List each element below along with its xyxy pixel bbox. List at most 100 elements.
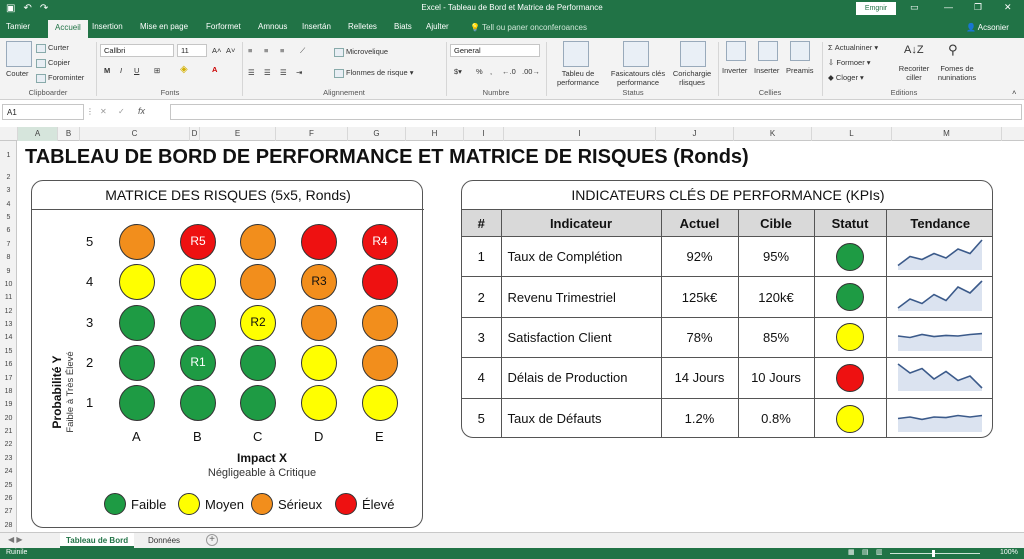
paste-button[interactable]: Couter (6, 69, 29, 78)
row-header[interactable]: 18 (0, 385, 17, 398)
font-name-select[interactable]: Callbri (100, 44, 174, 57)
font-color-icon[interactable]: A (212, 65, 217, 74)
risk-bubble[interactable] (119, 345, 155, 381)
fill-button[interactable]: ⇩ Formoer ▾ (828, 58, 871, 67)
row-header[interactable]: 24 (0, 465, 17, 478)
column-header[interactable]: I (504, 127, 656, 141)
align-right-icon[interactable]: ☰ (280, 68, 287, 77)
currency-icon[interactable]: $▾ (454, 67, 462, 76)
sheet-tab[interactable]: Tableau de Bord (60, 533, 135, 548)
ribbon-tab[interactable]: Accueil (48, 20, 88, 38)
risk-bubble[interactable] (362, 345, 398, 381)
maximize-icon[interactable]: ❐ (974, 2, 982, 13)
row-header[interactable]: 12 (0, 305, 17, 318)
sort-filter-icon[interactable]: A↓Z (904, 44, 924, 56)
row-header[interactable]: 28 (0, 519, 17, 532)
format-cells-button[interactable]: Preamis (786, 66, 814, 75)
row-header[interactable]: 27 (0, 505, 17, 518)
paste-icon[interactable] (6, 41, 32, 67)
insert-cells-icon[interactable] (726, 41, 746, 61)
column-header[interactable]: G (348, 127, 406, 141)
row-header[interactable]: 5 (0, 211, 17, 224)
find-select-button[interactable]: Fomes de nuninations (932, 64, 982, 82)
risk-bubble[interactable]: R2 (240, 305, 276, 341)
formula-input[interactable] (170, 104, 1022, 120)
risk-bubble[interactable] (180, 385, 216, 421)
row-header[interactable]: 3 (0, 184, 17, 197)
row-header[interactable]: 26 (0, 492, 17, 505)
row-header[interactable]: 15 (0, 345, 17, 358)
risk-bubble[interactable]: R1 (180, 345, 216, 381)
bold-button[interactable]: M (104, 66, 110, 75)
format-painter-button[interactable]: Forominter (36, 73, 84, 83)
row-header[interactable]: 13 (0, 318, 17, 331)
risk-bubble[interactable] (240, 385, 276, 421)
risk-bubble[interactable] (362, 385, 398, 421)
column-header[interactable]: L (812, 127, 892, 141)
clear-button[interactable]: ◆ Cloger ▾ (828, 73, 864, 82)
column-header[interactable]: A (18, 127, 58, 141)
increase-decimal-icon[interactable]: ←.0 (502, 67, 516, 76)
italic-button[interactable]: I (120, 66, 122, 75)
add-sheet-icon[interactable]: + (206, 534, 218, 546)
row-header[interactable]: 25 (0, 479, 17, 492)
row-header[interactable]: 4 (0, 198, 17, 211)
ribbon-tab[interactable]: Biats (394, 22, 412, 31)
risk-bubble[interactable] (301, 224, 337, 260)
ribbon-tab[interactable]: Insertán (302, 22, 331, 31)
risk-bubble[interactable]: R4 (362, 224, 398, 260)
risk-bubble[interactable] (119, 385, 155, 421)
borders-icon[interactable]: ⊞ (154, 66, 160, 75)
chart-icon[interactable] (680, 41, 706, 67)
ribbon-tab[interactable]: Forformet (206, 22, 241, 31)
sheet-tab[interactable]: Données (142, 533, 186, 548)
risk-bubble[interactable] (180, 305, 216, 341)
format-cells-icon[interactable] (790, 41, 810, 61)
insert-cells-button[interactable]: Inverter (722, 66, 747, 75)
ribbon-tab[interactable]: Mise en page (140, 22, 188, 31)
row-header[interactable]: 6 (0, 224, 17, 237)
column-header[interactable]: M (892, 127, 1002, 141)
underline-button[interactable]: U (134, 66, 139, 75)
normal-view-icon[interactable]: ▦ (848, 548, 855, 556)
worksheet[interactable]: TABLEAU DE BORD DE PERFORMANCE ET MATRIC… (17, 141, 1024, 532)
autosum-button[interactable]: Σ Actualniner ▾ (828, 43, 878, 52)
risk-bubble[interactable] (301, 305, 337, 341)
collapse-ribbon-icon[interactable]: ˄ (1012, 88, 1016, 97)
risk-bubble[interactable] (301, 345, 337, 381)
number-format-select[interactable]: General (450, 44, 540, 57)
risk-bubble[interactable] (180, 264, 216, 300)
charts-button[interactable]: Corichargie rlisques (666, 69, 718, 87)
decrease-decimal-icon[interactable]: .00→ (522, 67, 540, 76)
column-header[interactable]: D (190, 127, 200, 141)
insert-function-icon[interactable]: fx (138, 106, 145, 116)
row-header[interactable]: 23 (0, 452, 17, 465)
risk-bubble[interactable]: R5 (180, 224, 216, 260)
row-header[interactable]: 8 (0, 251, 17, 264)
share-button[interactable]: 👤 Acsonier (966, 23, 1009, 32)
column-header[interactable]: C (80, 127, 190, 141)
risk-bubble[interactable] (301, 385, 337, 421)
risk-bubble[interactable] (119, 305, 155, 341)
close-icon[interactable]: ✕ (1004, 2, 1012, 13)
column-header[interactable]: B (58, 127, 80, 141)
percent-icon[interactable]: % (476, 67, 483, 76)
grow-font-icon[interactable]: A˄ (212, 46, 221, 55)
row-header[interactable]: 21 (0, 425, 17, 438)
find-icon[interactable]: ⚲ (948, 42, 958, 58)
cut-button[interactable]: Curter (36, 43, 69, 53)
sheet-nav-icons[interactable]: ◀ ▶ (8, 535, 23, 544)
risk-bubble[interactable] (362, 305, 398, 341)
column-header[interactable]: E (200, 127, 276, 141)
row-header[interactable]: 17 (0, 372, 17, 385)
cancel-icon[interactable]: ✕ (100, 107, 107, 116)
align-bottom-icon[interactable]: ≡ (280, 46, 284, 55)
row-header[interactable]: 16 (0, 358, 17, 371)
sign-in-button[interactable]: Emgnir (856, 2, 896, 15)
zoom-slider[interactable] (890, 553, 980, 554)
page-layout-icon[interactable]: ▤ (862, 548, 869, 556)
row-header[interactable]: 1 (0, 141, 17, 171)
select-all-corner[interactable] (0, 127, 18, 141)
ribbon-tab[interactable]: Tamier (6, 22, 30, 31)
row-header[interactable]: 9 (0, 265, 17, 278)
